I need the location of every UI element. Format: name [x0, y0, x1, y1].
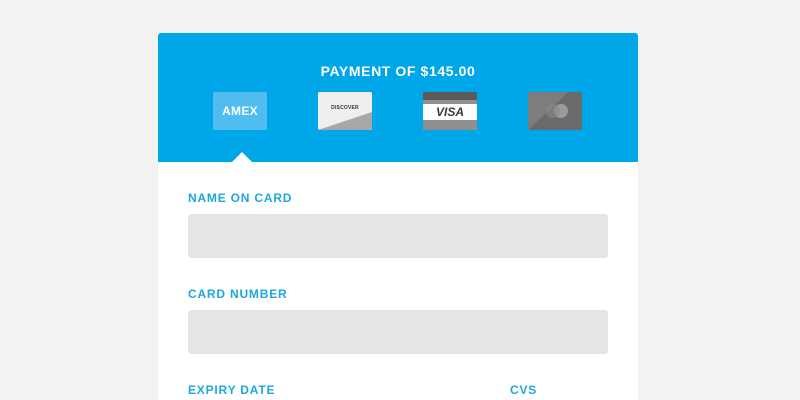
card-option-discover[interactable]: DISCOVER	[318, 92, 372, 130]
name-on-card-label: NAME ON CARD	[188, 191, 293, 205]
card-number-label: CARD NUMBER	[188, 287, 288, 301]
card-type-selector: AMEX DISCOVER VISA	[158, 92, 638, 130]
discover-label: DISCOVER	[331, 105, 359, 111]
payment-header: PAYMENT OF $145.00 AMEX DISCOVER VISA	[158, 33, 638, 162]
card-option-mastercard[interactable]	[528, 92, 582, 130]
selected-card-pointer	[232, 152, 252, 162]
amex-card-icon: AMEX	[222, 104, 258, 118]
mastercard-card-icon	[528, 92, 582, 130]
cvs-label: CVS	[510, 383, 538, 397]
card-option-amex[interactable]: AMEX	[213, 92, 267, 130]
card-number-input[interactable]	[188, 310, 608, 354]
discover-card-icon	[318, 92, 372, 130]
payment-card: PAYMENT OF $145.00 AMEX DISCOVER VISA NA…	[158, 33, 638, 400]
expiry-date-label: EXPIRY DATE	[188, 383, 276, 397]
name-on-card-input[interactable]	[188, 214, 608, 258]
payment-title: PAYMENT OF $145.00	[320, 63, 476, 79]
visa-label: VISA	[435, 105, 464, 119]
card-option-visa[interactable]: VISA	[423, 92, 477, 130]
